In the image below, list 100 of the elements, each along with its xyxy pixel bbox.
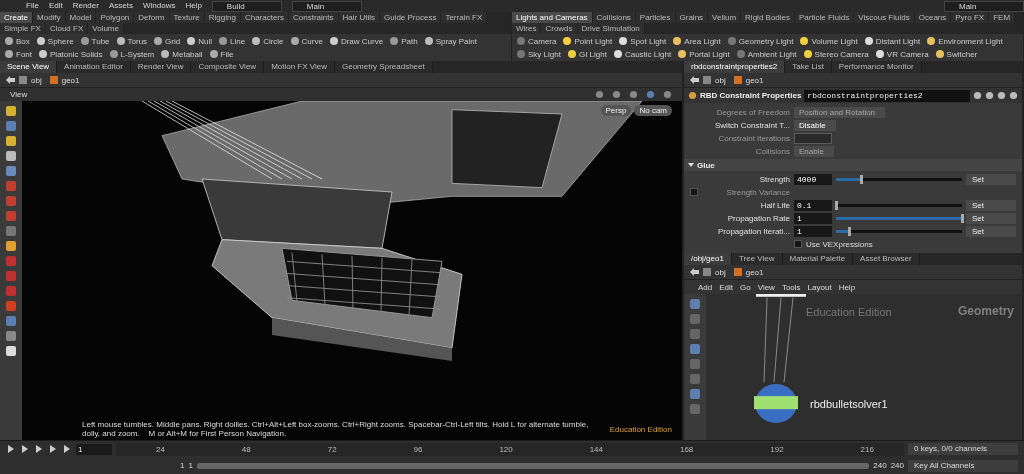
tool-label[interactable]: Circle [263,36,284,46]
pane-tab[interactable]: Scene View [0,61,58,73]
shelf-tab[interactable]: Drive Simulation [577,23,645,34]
timeline-ruler[interactable]: 24 48 72 96 120 144 168 192 216 [116,442,904,456]
path-crumb[interactable]: obj [715,267,726,277]
tool-label[interactable]: Geometry Light [738,36,794,46]
network-menu-item[interactable]: Go [740,282,751,292]
view-camera-button[interactable]: No cam [634,105,672,116]
pane-tab[interactable]: Composite View [191,61,265,73]
network-menu-item[interactable]: Tools [781,282,801,292]
shelf-tab[interactable]: Oceans [914,12,952,23]
tool-label[interactable]: Spray Paint [435,36,477,46]
range-end[interactable]: 240 [873,461,887,471]
tool-label[interactable]: Draw Curve [340,36,384,46]
mode-dropdown[interactable]: Set [966,212,1016,224]
path-crumb[interactable]: obj [31,75,42,85]
shelf-tab[interactable]: Particle Fluids [795,12,855,23]
shelf-tab[interactable]: Viscous Fluids [854,12,915,23]
pane-tab[interactable]: Asset Browser [853,253,920,265]
tool-label[interactable]: Caustic Light [624,49,672,59]
desktop-dropdown[interactable]: Main [291,0,362,12]
shelf-tab[interactable]: Crowds [541,23,578,34]
param-field[interactable]: 0.1 [794,199,832,211]
tool-label[interactable]: Switcher [946,49,978,59]
shelf-tab[interactable]: Simple FX [0,23,46,34]
tool-label[interactable]: Tube [91,36,110,46]
tool-label[interactable]: Null [198,36,212,46]
shelf-tab[interactable]: Characters [240,12,290,23]
menu-item[interactable]: Assets [108,0,133,12]
desktop-dropdown[interactable]: Main [944,0,1024,12]
tool-label[interactable]: Sphere [47,36,74,46]
tool-label[interactable]: Spot Light [630,36,667,46]
pane-tab[interactable]: /obj/geo1 [684,253,732,265]
shelf-tab[interactable]: Deform [134,12,170,23]
mode-dropdown[interactable]: Set [966,199,1016,211]
tool-label[interactable]: Path [401,36,418,46]
shelf-tab[interactable]: Particles [635,12,676,23]
tool-label[interactable]: Metaball [172,49,203,59]
tool-label[interactable]: Font [16,49,32,59]
mode-dropdown[interactable]: Set [966,225,1016,237]
shelf-tab[interactable]: Wires [512,23,542,34]
network-menu-item[interactable]: View [757,282,775,292]
tool-label[interactable]: Platonic Solids [50,49,103,59]
network-menu-item[interactable]: Layout [807,282,832,292]
shelf-tab[interactable]: Pyro FX [951,12,990,23]
network-menu-item[interactable]: Add [698,282,713,292]
menu-item[interactable]: Render [72,0,99,12]
tool-label[interactable]: File [220,49,234,59]
desktop-dropdown[interactable]: Build [211,0,282,12]
tool-label[interactable]: Line [230,36,246,46]
node-name-field[interactable]: rbdconstraintproperties2 [804,89,970,102]
pane-tab[interactable]: rbdconstraintproperties2 [684,61,786,73]
tool-label[interactable]: Curve [301,36,323,46]
pane-tab[interactable]: Performance Monitor [831,61,922,73]
tool-label[interactable]: VR Camera [886,49,929,59]
pane-tab[interactable]: Material Palette [782,253,854,265]
shelf-tab[interactable]: Terrain FX [441,12,488,23]
tool-label[interactable]: Sky Light [528,49,561,59]
param-field[interactable]: 1 [794,212,832,224]
param-field[interactable]: 4000 [794,173,832,185]
shelf-tab[interactable]: Vellum [708,12,742,23]
shelf-tab[interactable]: Texture [169,12,205,23]
frame-field[interactable]: 1 [76,443,112,455]
tool-label[interactable]: Point Light [574,36,613,46]
pane-tab[interactable]: Tree View [731,253,783,265]
shelf-tab[interactable]: Grains [675,12,709,23]
param-dropdown[interactable]: Disable [794,119,836,131]
shelf-tab[interactable]: Cloud FX [45,23,89,34]
tool-label[interactable]: Camera [528,36,557,46]
tool-label[interactable]: Portal Light [689,49,730,59]
param-field[interactable]: 1 [794,225,832,237]
tool-label[interactable]: GI Light [578,49,607,59]
pane-tab[interactable]: Motion FX View [264,61,335,73]
pane-tab[interactable]: Animation Editor [57,61,131,73]
network-menu-item[interactable]: Help [838,282,856,292]
view-camera-button[interactable]: Persp [600,105,632,116]
tool-label[interactable]: Torus [127,36,148,46]
tool-label[interactable]: L-System [120,49,155,59]
range-start[interactable]: 1 [188,461,193,471]
shelf-tab[interactable]: Rigging [204,12,241,23]
key-all-channels-dropdown[interactable]: Key All Channels [908,459,1018,472]
mode-dropdown[interactable]: Set [966,173,1016,185]
network-canvas[interactable]: Education Edition Geometry rbdbulletsolver1 [706,294,1022,440]
pane-tab[interactable]: Take List [785,61,832,73]
menu-item[interactable]: Help [185,0,202,12]
pane-tab[interactable]: Geometry Spreadsheet [335,61,433,73]
tool-label[interactable]: Volume Light [811,36,858,46]
shelf-tab[interactable]: Rigid Bodies [741,12,795,23]
menu-item[interactable]: File [26,0,39,12]
range-end[interactable]: 240 [890,461,904,471]
shelf-tab[interactable]: Guide Process [379,12,442,23]
shelf-tab[interactable]: Volume [88,23,124,34]
path-crumb[interactable]: obj [715,75,726,85]
menu-item[interactable]: Windows [142,0,176,12]
path-crumb[interactable]: geo1 [61,75,80,85]
tool-label[interactable]: Environment Light [938,36,1003,46]
tool-label[interactable]: Box [16,36,30,46]
path-crumb[interactable]: geo1 [745,75,764,85]
menu-item[interactable]: Edit [48,0,63,12]
network-menu-item[interactable]: Edit [719,282,734,292]
